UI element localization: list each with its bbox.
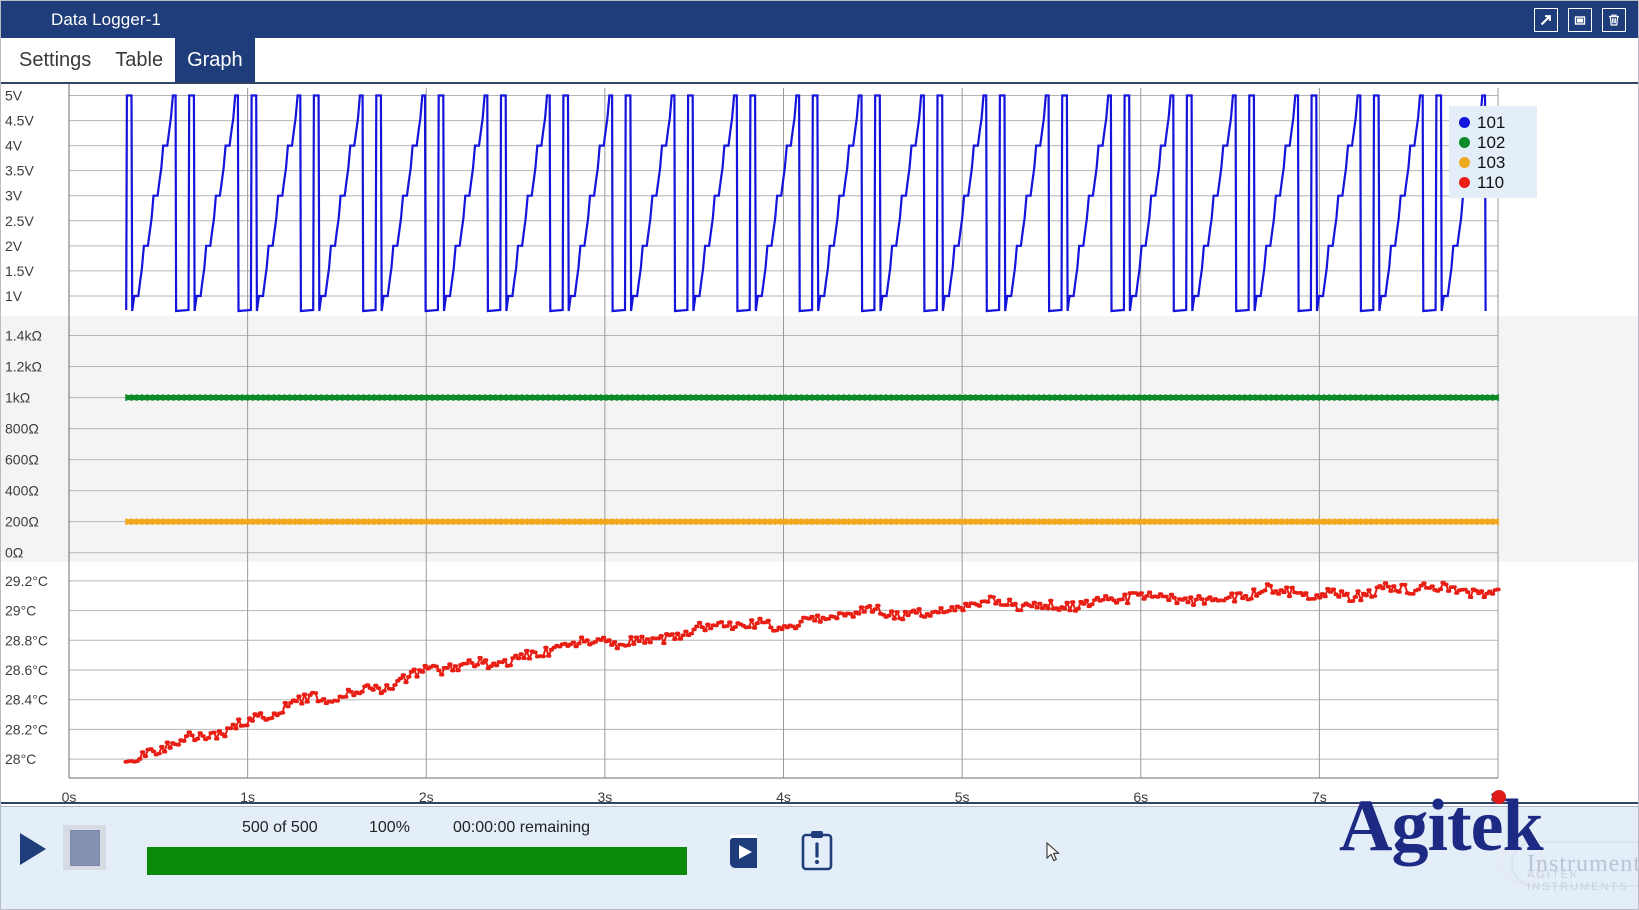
legend-label: 101 bbox=[1477, 112, 1506, 132]
y-axis-tick-label: 1.2kΩ bbox=[5, 359, 42, 375]
x-axis-tick-label: 6s bbox=[1133, 789, 1148, 804]
y-axis-tick-label: 600Ω bbox=[5, 452, 39, 468]
status-row: 500 of 500 100% 00:00:00 remaining bbox=[147, 815, 707, 841]
tab-table[interactable]: Table bbox=[103, 38, 175, 82]
y-axis-tick-label: 3V bbox=[5, 188, 23, 204]
play-button[interactable] bbox=[13, 829, 53, 869]
y-axis-tick-label: 28°C bbox=[5, 751, 36, 767]
stop-button[interactable] bbox=[63, 825, 106, 870]
y-axis-tick-label: 5V bbox=[5, 88, 23, 104]
clipboard-alert-icon bbox=[801, 831, 833, 871]
restore-icon bbox=[1574, 15, 1586, 25]
x-axis-tick-label: 7s bbox=[1312, 789, 1327, 804]
y-axis-tick-label: 29°C bbox=[5, 603, 36, 619]
y-axis-tick-label: 1.4kΩ bbox=[5, 328, 42, 344]
percent-label: 100% bbox=[369, 819, 410, 836]
window-titlebar: Data Logger-1 bbox=[1, 1, 1638, 38]
legend-item-102[interactable]: 102 bbox=[1459, 132, 1531, 152]
remaining-time-label: 00:00:00 remaining bbox=[453, 819, 590, 836]
graph-svg: 5V 4.5V 4V 3.5V 3V 2.5V 2V 1.5V 1V 1.4kΩ 1.2kΩ 1kΩ 8… bbox=[1, 84, 1638, 804]
legend-color-dot bbox=[1459, 136, 1470, 148]
window-title: Data Logger-1 bbox=[51, 9, 161, 29]
legend-label: 102 bbox=[1477, 132, 1506, 152]
y-axis-tick-label: 1.5V bbox=[5, 263, 34, 279]
y-axis-tick-label: 28.4°C bbox=[5, 692, 48, 708]
trash-icon bbox=[1609, 14, 1619, 26]
y-axis-tick-label: 1kΩ bbox=[5, 390, 30, 406]
window-buttons bbox=[1534, 7, 1626, 32]
play-icon bbox=[20, 833, 46, 865]
guide-book-button[interactable] bbox=[723, 829, 765, 873]
legend-label: 110 bbox=[1477, 172, 1505, 192]
x-axis-tick-label: 4s bbox=[776, 789, 791, 804]
y-axis-tick-label: 2V bbox=[5, 238, 23, 254]
y-axis-tick-label: 4.5V bbox=[5, 113, 34, 129]
legend-item-110[interactable]: 110 bbox=[1459, 172, 1531, 192]
report-clipboard-button[interactable] bbox=[796, 829, 838, 873]
y-axis-tick-label: 0Ω bbox=[5, 545, 23, 561]
sample-count-label: 500 of 500 bbox=[242, 819, 318, 836]
x-axis-tick-label: 0s bbox=[62, 789, 77, 804]
progress-bar-fill bbox=[147, 847, 687, 875]
expand-window-button[interactable] bbox=[1534, 7, 1558, 32]
y-axis-tick-label: 28.8°C bbox=[5, 632, 48, 648]
x-axis-tick-label: 3s bbox=[597, 789, 612, 804]
y-axis-tick-label: 800Ω bbox=[5, 421, 39, 437]
legend-item-103[interactable]: 103 bbox=[1459, 152, 1531, 172]
x-axis-tick-label: 1s bbox=[240, 789, 255, 804]
tabbar: Settings Table Graph bbox=[1, 38, 1638, 82]
stop-icon bbox=[69, 829, 100, 866]
legend-label: 103 bbox=[1477, 152, 1506, 172]
y-axis-tick-label: 200Ω bbox=[5, 514, 39, 530]
y-axis-tick-label: 3.5V bbox=[5, 163, 34, 179]
external-link-icon bbox=[1540, 14, 1551, 25]
data-logger-window: Data Logger-1 Settings Table Graph 5V 4.… bbox=[0, 0, 1639, 910]
legend-color-dot bbox=[1459, 176, 1470, 188]
tab-graph[interactable]: Graph bbox=[175, 38, 255, 82]
y-axis-tick-label: 28.2°C bbox=[5, 721, 48, 737]
x-axis-tick-label: 8s bbox=[1491, 789, 1506, 804]
y-axis-tick-label: 400Ω bbox=[5, 483, 39, 499]
delete-window-button[interactable] bbox=[1602, 7, 1626, 32]
restore-window-button[interactable] bbox=[1568, 7, 1592, 32]
y-axis-tick-label: 28.6°C bbox=[5, 662, 48, 678]
y-axis-tick-label: 29.2°C bbox=[5, 573, 48, 589]
x-axis-tick-label: 2s bbox=[419, 789, 434, 804]
playback-toolbar: 500 of 500 100% 00:00:00 remaining bbox=[1, 806, 1638, 909]
graph-canvas[interactable]: 5V 4.5V 4V 3.5V 3V 2.5V 2V 1.5V 1V 1.4kΩ 1.2kΩ 1kΩ 8… bbox=[1, 82, 1638, 804]
legend-color-dot bbox=[1459, 156, 1470, 168]
chart-legend: 101 102 103 110 bbox=[1449, 106, 1537, 198]
legend-item-101[interactable]: 101 bbox=[1459, 112, 1531, 132]
book-play-icon bbox=[730, 835, 757, 868]
y-axis-tick-label: 2.5V bbox=[5, 213, 34, 229]
x-axis-tick-label: 5s bbox=[955, 789, 970, 804]
legend-color-dot bbox=[1459, 116, 1470, 128]
series-101-voltage-trace bbox=[125, 94, 1487, 313]
y-axis-tick-label: 1V bbox=[5, 288, 23, 304]
y-axis-tick-label: 4V bbox=[5, 138, 23, 154]
tab-settings[interactable]: Settings bbox=[7, 38, 103, 82]
